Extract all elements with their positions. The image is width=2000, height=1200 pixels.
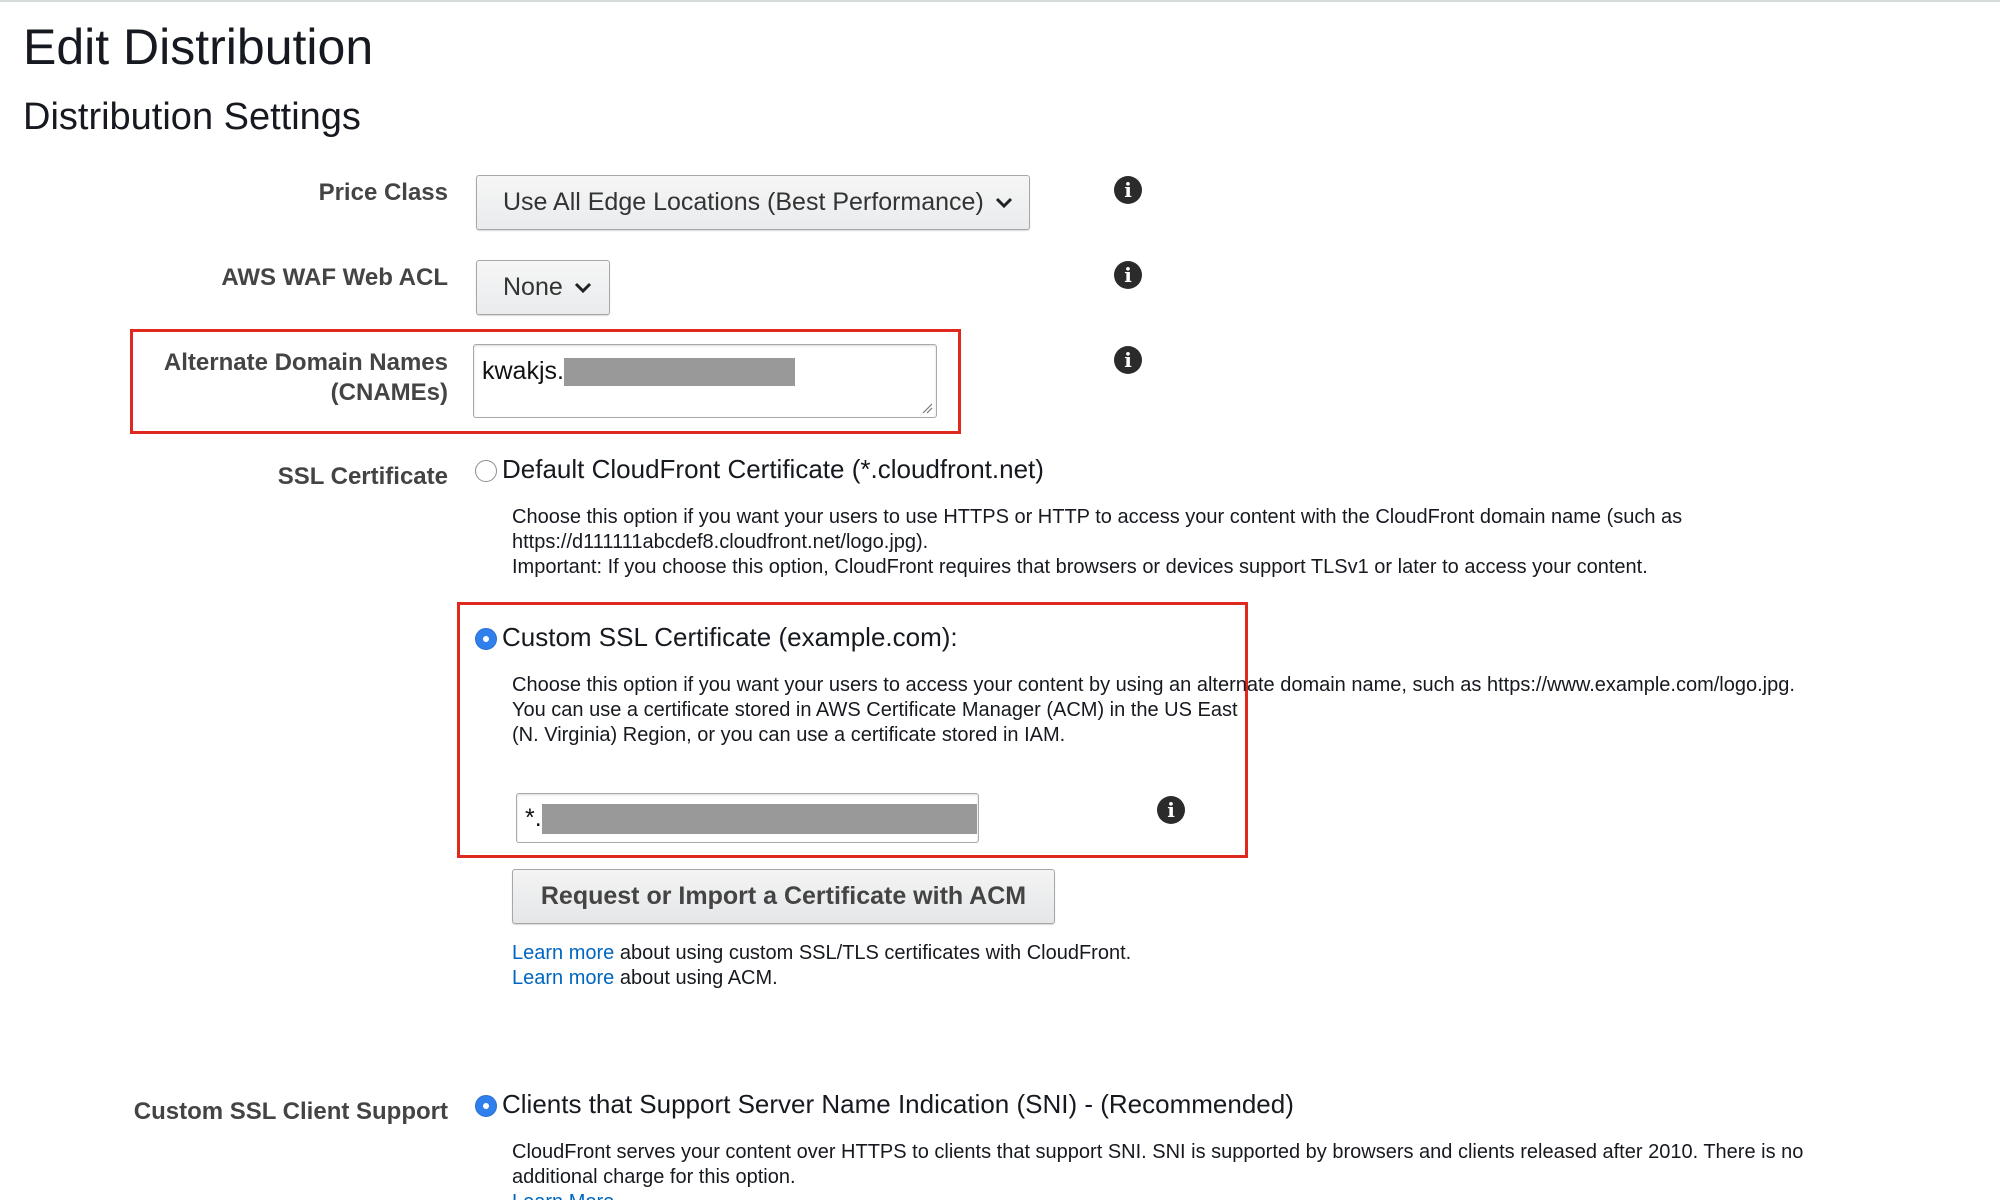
- price-class-label: Price Class: [318, 179, 448, 206]
- desc-line: Important: If you choose this option, Cl…: [512, 556, 1648, 578]
- sni-radio[interactable]: [475, 1095, 497, 1117]
- custom-certificate-label[interactable]: Custom SSL Certificate (example.com):: [502, 622, 958, 653]
- info-icon[interactable]: i: [1157, 796, 1185, 824]
- chevron-down-icon: [573, 281, 593, 295]
- default-certificate-description: Choose this option if you want your user…: [512, 505, 1682, 580]
- cnames-label-line2: (CNAMEs): [330, 379, 448, 406]
- price-class-value: Use All Edge Locations (Best Performance…: [503, 188, 984, 216]
- learn-more-ssl-text: about using custom SSL/TLS certificates …: [614, 942, 1132, 964]
- chevron-down-icon: [994, 196, 1014, 210]
- desc-line: Choose this option if you want your user…: [512, 674, 1795, 696]
- waf-value: None: [503, 273, 563, 301]
- cnames-value: kwakjs.: [482, 357, 564, 385]
- learn-more-section: Learn more about using custom SSL/TLS ce…: [512, 941, 1131, 991]
- certificate-value: *.: [525, 804, 542, 832]
- custom-certificate-input[interactable]: *.: [516, 793, 979, 843]
- ssl-certificate-label: SSL Certificate: [277, 463, 448, 490]
- cnames-label: Alternate Domain Names (CNAMEs): [164, 348, 448, 408]
- top-divider: [0, 0, 2000, 2]
- learn-more-acm-link[interactable]: Learn more: [512, 967, 614, 989]
- desc-line: You can use a certificate stored in AWS …: [512, 699, 1238, 721]
- waf-label: AWS WAF Web ACL: [221, 264, 448, 291]
- default-certificate-label[interactable]: Default CloudFront Certificate (*.cloudf…: [502, 454, 1044, 485]
- redacted-block: [541, 804, 977, 835]
- waf-select[interactable]: None: [476, 260, 610, 315]
- edit-distribution-page: Edit Distribution Distribution Settings …: [0, 0, 2000, 1200]
- page-title: Edit Distribution: [23, 19, 374, 75]
- cnames-textarea[interactable]: kwakjs.: [473, 344, 937, 418]
- info-icon[interactable]: i: [1114, 346, 1142, 374]
- sni-learn-more-clipped: Learn More: [512, 1190, 614, 1200]
- sni-learn-more-link[interactable]: Learn More: [512, 1191, 614, 1200]
- custom-certificate-description: Choose this option if you want your user…: [512, 673, 1795, 748]
- request-import-certificate-button[interactable]: Request or Import a Certificate with ACM: [512, 869, 1055, 924]
- section-title: Distribution Settings: [23, 96, 361, 138]
- learn-more-acm-text: about using ACM.: [614, 967, 778, 989]
- resize-handle-icon[interactable]: [921, 402, 933, 414]
- redacted-block: [563, 358, 795, 387]
- sni-label[interactable]: Clients that Support Server Name Indicat…: [502, 1089, 1294, 1120]
- desc-line: Choose this option if you want your user…: [512, 506, 1683, 528]
- client-support-label: Custom SSL Client Support: [133, 1098, 448, 1125]
- info-icon[interactable]: i: [1114, 176, 1142, 204]
- desc-line: additional charge for this option.: [512, 1166, 796, 1188]
- price-class-select[interactable]: Use All Edge Locations (Best Performance…: [476, 175, 1030, 230]
- default-certificate-radio[interactable]: [475, 460, 497, 482]
- desc-line: (N. Virginia) Region, or you can use a c…: [512, 724, 1066, 746]
- cnames-label-line1: Alternate Domain Names: [163, 349, 448, 376]
- learn-more-ssl-link[interactable]: Learn more: [512, 942, 614, 964]
- desc-line: CloudFront serves your content over HTTP…: [512, 1141, 1804, 1163]
- sni-description: CloudFront serves your content over HTTP…: [512, 1140, 1803, 1190]
- desc-line: https://d111111abcdef8.cloudfront.net/lo…: [512, 531, 929, 553]
- info-icon[interactable]: i: [1114, 261, 1142, 289]
- custom-certificate-radio[interactable]: [475, 628, 497, 650]
